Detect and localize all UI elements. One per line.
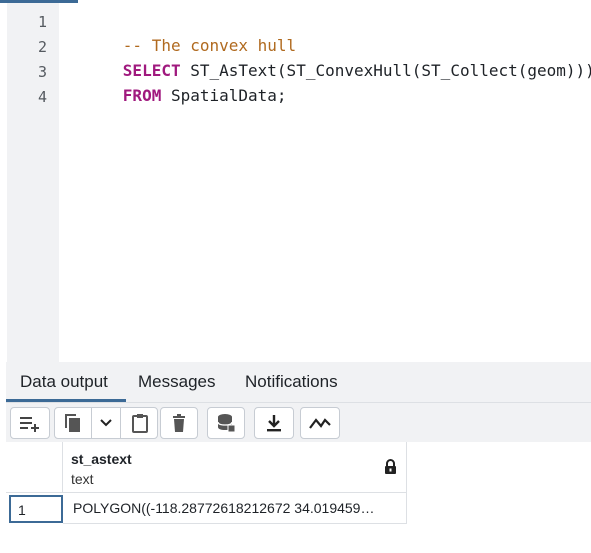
copy-paste-group <box>54 407 158 439</box>
query-tool: 1 2 3 4 -- The convex hull SELECT ST_AsT… <box>0 0 591 553</box>
grid-corner-cell[interactable] <box>6 442 63 493</box>
tab-messages[interactable]: Messages <box>138 372 215 392</box>
save-data-button[interactable] <box>207 407 245 439</box>
data-grid: st_astext text 1 POLYGON((-118.287726182… <box>6 442 591 553</box>
sql-editor[interactable]: 1 2 3 4 -- The convex hull SELECT ST_AsT… <box>0 0 591 362</box>
download-icon <box>266 414 282 432</box>
code-line-3[interactable]: FROM SpatialData; <box>65 58 287 133</box>
sql-keyword-from: FROM <box>122 86 162 105</box>
line-number: 1 <box>37 13 47 31</box>
line-number: 4 <box>37 88 47 106</box>
tab-data-output[interactable]: Data output <box>20 372 108 392</box>
copy-icon <box>64 413 82 433</box>
column-name: st_astext <box>71 451 132 467</box>
results-toolbar <box>6 402 591 442</box>
download-button[interactable] <box>254 407 294 439</box>
add-row-icon <box>18 414 42 432</box>
chevron-down-icon <box>100 419 112 427</box>
column-type: text <box>71 471 94 487</box>
paste-button[interactable] <box>121 408 158 438</box>
sql-table-name: SpatialData; <box>161 86 287 105</box>
lock-icon <box>384 459 397 480</box>
graph-icon <box>309 416 331 430</box>
results-panel: Data output Messages Notifications st_as… <box>0 362 591 553</box>
copy-options-dropdown[interactable] <box>92 408 120 438</box>
row-number-cell[interactable]: 1 <box>9 495 63 523</box>
results-tabs: Data output Messages Notifications <box>6 362 591 402</box>
table-cell[interactable]: POLYGON((-118.28772618212672 34.019459… <box>63 493 407 524</box>
copy-button[interactable] <box>55 408 91 438</box>
tab-notifications[interactable]: Notifications <box>245 372 338 392</box>
save-data-icon <box>216 413 236 433</box>
delete-button[interactable] <box>160 407 198 439</box>
column-header-st-astext[interactable]: st_astext text <box>63 442 407 493</box>
add-row-button[interactable] <box>10 407 50 439</box>
graph-visualiser-button[interactable] <box>300 407 340 439</box>
line-number: 2 <box>37 38 47 56</box>
line-number: 3 <box>37 63 47 81</box>
paste-icon <box>131 413 148 433</box>
line-number-gutter: 1 2 3 4 <box>7 3 59 362</box>
delete-icon <box>172 414 186 432</box>
